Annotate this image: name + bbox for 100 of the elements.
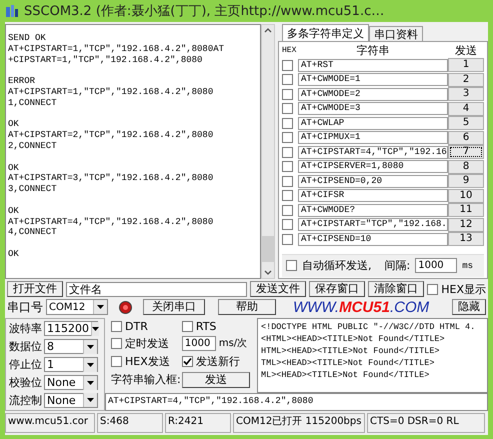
- string-input-field[interactable]: AT+CIPSTART=4,"TCP","192.168.4.2",8080: [105, 393, 488, 412]
- send-button[interactable]: 发送: [182, 372, 250, 388]
- interval-field[interactable]: 1000: [182, 336, 216, 351]
- logo-text: .COM: [390, 298, 430, 316]
- string-field[interactable]: AT+CIFSR: [298, 189, 448, 202]
- checkbox[interactable]: [282, 161, 293, 172]
- logo-text: MCU51: [339, 298, 390, 316]
- send-button[interactable]: 13: [448, 232, 484, 246]
- tab[interactable]: 多条字符串定义: [282, 24, 369, 41]
- scroll-up-icon[interactable]: [264, 27, 272, 33]
- dropdown-arrow-icon[interactable]: [87, 344, 94, 349]
- string-field[interactable]: AT+RST: [298, 58, 448, 72]
- setting-select[interactable]: 1: [44, 357, 98, 372]
- string-field[interactable]: AT+CIPSERVER=1,8080: [298, 160, 448, 174]
- scrollbar[interactable]: [261, 24, 275, 279]
- status-cell: R:2421: [165, 413, 231, 433]
- unit-label: ms/次: [218, 337, 248, 350]
- checkbox[interactable]: [282, 204, 293, 216]
- close-port-button[interactable]: 关闭串口: [143, 299, 205, 316]
- checkbox[interactable]: [282, 88, 293, 100]
- checkbox[interactable]: [282, 74, 293, 86]
- help-button[interactable]: 帮助: [218, 299, 276, 316]
- checkbox-label: 自动循环发送,: [302, 258, 372, 274]
- checkbox-label: DTR: [125, 320, 148, 333]
- dropdown-arrow-icon[interactable]: [87, 380, 94, 385]
- checkbox-label: RTS: [196, 320, 216, 333]
- input-label: 字符串输入框:: [111, 372, 182, 388]
- checkbox[interactable]: [111, 320, 122, 332]
- interval-field[interactable]: 1000: [415, 258, 458, 274]
- receive-line: OK: [8, 248, 20, 260]
- file-name-field[interactable]: 文件名: [66, 282, 248, 297]
- receive-line: ERROR: [8, 76, 36, 87]
- dropdown-arrow-icon[interactable]: [92, 326, 99, 331]
- open-file-button[interactable]: 打开文件: [7, 281, 63, 298]
- reply-line: TML><HEAD><TITLE>Not Found</TITLE>: [261, 356, 436, 369]
- dropdown-arrow-icon[interactable]: [97, 305, 104, 310]
- string-field[interactable]: AT+CWLAP: [298, 116, 448, 130]
- scroll-thumb[interactable]: [262, 236, 274, 262]
- checkbox[interactable]: [182, 320, 193, 332]
- checkbox[interactable]: [282, 103, 293, 114]
- scroll-down-icon[interactable]: [264, 270, 272, 276]
- string-field[interactable]: AT+CIPSTART=4,"TCP","192.16: [298, 146, 448, 159]
- send-button[interactable]: 8: [448, 160, 484, 174]
- send-button[interactable]: 12: [448, 218, 484, 232]
- checkbox[interactable]: [111, 338, 122, 349]
- checkbox[interactable]: [282, 118, 293, 129]
- unit-label: ms: [462, 260, 474, 271]
- receive-text-area[interactable]: [5, 24, 261, 279]
- checkbox[interactable]: [111, 356, 122, 367]
- string-field[interactable]: AT+CIPSTART="TCP","192.168.: [298, 218, 448, 232]
- string-field[interactable]: AT+CIPMUX=1: [298, 131, 448, 144]
- setting-select[interactable]: 8: [44, 339, 98, 354]
- send-button[interactable]: 4: [448, 102, 484, 116]
- receive-line: 1,CONNECT: [8, 98, 58, 109]
- send-button[interactable]: 5: [448, 116, 484, 130]
- string-field[interactable]: AT+CWMODE=2: [298, 88, 448, 101]
- send-button[interactable]: 9: [448, 174, 484, 188]
- clear-window-button[interactable]: 清除窗口: [368, 281, 424, 298]
- checkbox[interactable]: [427, 284, 438, 295]
- string-field[interactable]: AT+CWMODE?: [298, 204, 448, 217]
- port-select[interactable]: COM12: [46, 299, 108, 316]
- dropdown-arrow-icon[interactable]: [87, 362, 94, 367]
- string-field[interactable]: AT+CIPSEND=10: [298, 232, 448, 246]
- checkbox[interactable]: [286, 260, 297, 272]
- save-window-button[interactable]: 保存窗口: [309, 281, 366, 298]
- receive-line: AT+CIPSTART=4,"TCP","192.168.4.2",8080: [8, 216, 214, 228]
- setting-select[interactable]: None: [44, 392, 98, 408]
- string-field[interactable]: AT+CWMODE=3: [298, 102, 448, 116]
- receive-line: +CIPSTART=1,"TCP","192.168.4.2",8080: [8, 54, 204, 66]
- port-label: 串口号: [7, 298, 43, 316]
- setting-label: 校验位: [9, 375, 42, 390]
- reply-line: <HTML><HEAD><TITLE>Not Found</TITLE>: [261, 332, 446, 345]
- string-field[interactable]: AT+CWMODE=1: [298, 73, 448, 86]
- receive-line: AT+CIPSTART=1,"TCP","192.168.4.2",8080: [8, 86, 214, 98]
- send-button[interactable]: 10: [448, 188, 484, 203]
- send-button[interactable]: 1: [448, 58, 484, 72]
- checkbox-label: 发送新行: [196, 354, 240, 369]
- send-button[interactable]: 2: [448, 72, 484, 87]
- checkbox[interactable]: [282, 146, 293, 158]
- receive-line: OK: [8, 162, 20, 174]
- setting-select[interactable]: 115200: [44, 321, 98, 336]
- checkbox[interactable]: [282, 219, 293, 230]
- dropdown-arrow-icon[interactable]: [87, 398, 94, 402]
- checkbox[interactable]: [182, 356, 193, 367]
- send-button[interactable]: 6: [448, 130, 484, 145]
- string-field[interactable]: AT+CIPSEND=0,20: [298, 174, 448, 188]
- hide-button[interactable]: 隐藏: [452, 299, 486, 316]
- app-icon: [5, 4, 19, 18]
- checkbox[interactable]: [282, 176, 293, 187]
- checkbox[interactable]: [282, 234, 293, 245]
- send-file-button[interactable]: 发送文件: [250, 281, 306, 298]
- status-cell: S:468: [97, 413, 163, 433]
- reply-text-area[interactable]: <!DOCTYPE HTML PUBLIC "-//W3C//DTD HTML 4. <HTML><HEAD><TITLE>Not Found</TITLE> HTML><HEAD><TITLE>Not Found</TITLE> TML><HEAD><TITLE>Not Found</TITLE> ML><HEAD><TITLE>Not Found</TITLE>: [257, 318, 488, 393]
- checkbox[interactable]: [282, 190, 293, 202]
- checkbox[interactable]: [282, 132, 293, 144]
- tab[interactable]: 串口资料: [369, 26, 423, 41]
- send-button[interactable]: 3: [448, 87, 484, 102]
- checkbox[interactable]: [282, 60, 293, 71]
- send-button[interactable]: 11: [448, 203, 484, 218]
- setting-select[interactable]: None: [44, 375, 98, 390]
